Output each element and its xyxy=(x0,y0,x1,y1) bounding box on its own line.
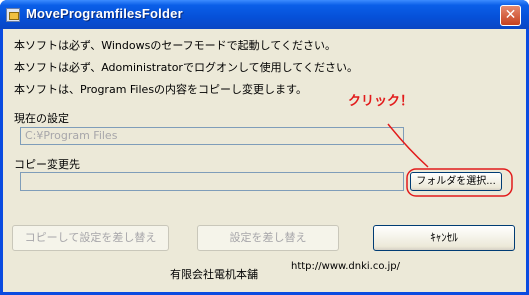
window-title: MoveProgramfilesFolder xyxy=(26,6,183,21)
annotation-highlight xyxy=(406,168,513,197)
annotation-arrow xyxy=(387,123,429,168)
cancel-button[interactable]: ｷｬﾝｾﾙ xyxy=(373,225,515,251)
replace-setting-button[interactable]: 設定を差し替え xyxy=(197,225,339,251)
app-icon xyxy=(6,8,20,22)
close-button[interactable]: ✕ xyxy=(500,5,521,26)
dialog-body: 本ソフトは必ず、Windowsのセーフモードで起動してください。 本ソフトは必ず… xyxy=(3,29,526,292)
annotation-overlay xyxy=(387,123,513,197)
title-bar[interactable]: MoveProgramfilesFolder ✕ xyxy=(0,0,529,29)
app-window: MoveProgramfilesFolder ✕ 本ソフトは必ず、Windows… xyxy=(0,0,529,295)
company-name: 有限会社電机本舗 xyxy=(170,268,258,281)
close-icon: ✕ xyxy=(504,7,517,23)
company-url[interactable]: http://www.dnki.co.jp/ xyxy=(291,261,400,272)
copy-and-replace-button[interactable]: コピーして設定を差し替え xyxy=(12,225,169,251)
